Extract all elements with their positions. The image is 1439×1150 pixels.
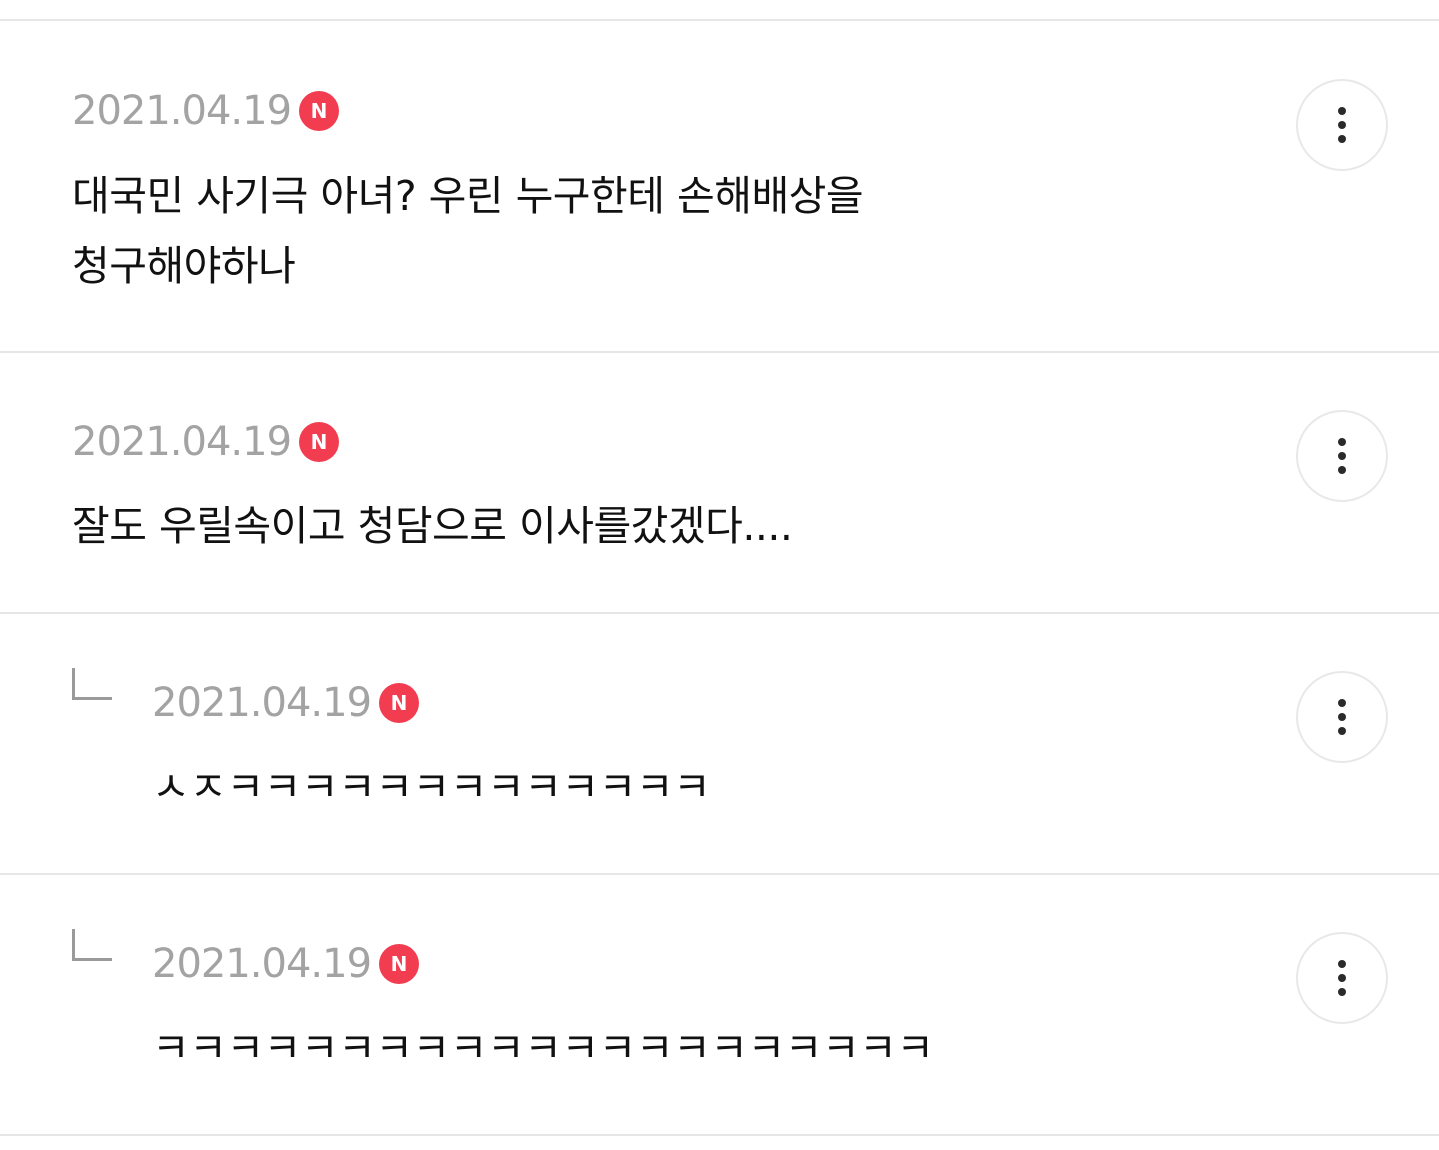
comment-date: 2021.04.19 bbox=[152, 941, 372, 987]
comment-date: 2021.04.19 bbox=[72, 88, 292, 134]
reply-item: 2021.04.19 N ㅅㅈㅋㅋㅋㅋㅋㅋㅋㅋㅋㅋㅋㅋㅋ bbox=[0, 614, 1439, 873]
new-badge-icon: N bbox=[299, 422, 340, 462]
comment-meta: 2021.04.19 N bbox=[72, 86, 340, 136]
comment-item: 2021.04.19 N 대국민 사기극 아녀? 우린 누구한테 손해배상을 청… bbox=[0, 21, 1439, 351]
more-vertical-icon-dot bbox=[1338, 713, 1346, 721]
comment-meta: 2021.04.19 N bbox=[72, 417, 340, 467]
reply-arrow-icon bbox=[72, 929, 112, 961]
comment-meta: 2021.04.19 N bbox=[152, 939, 420, 989]
more-vertical-icon-dot bbox=[1338, 466, 1346, 474]
more-vertical-icon bbox=[1338, 960, 1346, 968]
more-vertical-icon-dot bbox=[1338, 135, 1346, 143]
comment-text: ㅋㅋㅋㅋㅋㅋㅋㅋㅋㅋㅋㅋㅋㅋㅋㅋㅋㅋㅋㅋㅋ bbox=[152, 1024, 934, 1072]
reply-arrow-icon bbox=[72, 668, 112, 700]
more-vertical-icon-dot bbox=[1338, 121, 1346, 129]
more-options-button[interactable] bbox=[1296, 79, 1388, 171]
comment-text: 잘도 우릴속이고 청담으로 이사를갔겠다.... bbox=[72, 502, 793, 550]
new-badge-icon: N bbox=[379, 944, 420, 984]
new-badge-icon: N bbox=[379, 683, 420, 723]
more-vertical-icon bbox=[1338, 438, 1346, 446]
more-vertical-icon-dot bbox=[1338, 974, 1346, 982]
reply-item: 2021.04.19 N ㅋㅋㅋㅋㅋㅋㅋㅋㅋㅋㅋㅋㅋㅋㅋㅋㅋㅋㅋㅋㅋ bbox=[0, 875, 1439, 1134]
comment-list: 2021.04.19 N 대국민 사기극 아녀? 우린 누구한테 손해배상을 청… bbox=[0, 0, 1439, 1150]
comment-date: 2021.04.19 bbox=[152, 680, 372, 726]
more-vertical-icon bbox=[1338, 107, 1346, 115]
new-badge-icon: N bbox=[299, 91, 340, 131]
comment-item: 2021.04.19 N 잘도 우릴속이고 청담으로 이사를갔겠다.... bbox=[0, 353, 1439, 612]
more-vertical-icon-dot bbox=[1338, 727, 1346, 735]
more-vertical-icon bbox=[1338, 699, 1346, 707]
comment-text: 대국민 사기극 아녀? 우린 누구한테 손해배상을 청구해야하나 bbox=[72, 172, 864, 290]
more-options-button[interactable] bbox=[1296, 671, 1388, 763]
comment-date: 2021.04.19 bbox=[72, 419, 292, 465]
comment-meta: 2021.04.19 N bbox=[152, 678, 420, 728]
more-options-button[interactable] bbox=[1296, 410, 1388, 502]
comment-text: ㅅㅈㅋㅋㅋㅋㅋㅋㅋㅋㅋㅋㅋㅋㅋ bbox=[152, 763, 711, 811]
more-vertical-icon-dot bbox=[1338, 452, 1346, 460]
more-vertical-icon-dot bbox=[1338, 988, 1346, 996]
divider bbox=[0, 1134, 1439, 1136]
more-options-button[interactable] bbox=[1296, 932, 1388, 1024]
